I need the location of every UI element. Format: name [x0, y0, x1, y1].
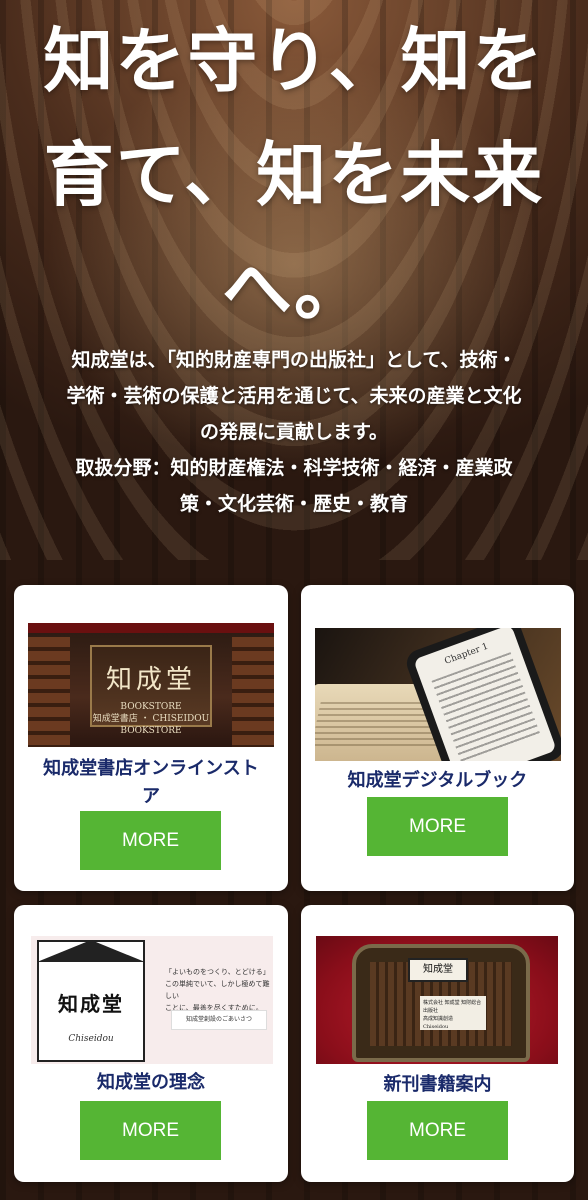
intro-line: 策・文化芸術・歴史・教育	[179, 493, 408, 515]
new-books-thumbnail: 知成堂 株式会社 知成堂 知財総合出版社 高成知識創造 Chiseidou	[316, 936, 558, 1064]
frame-plate: 知成堂	[408, 958, 468, 982]
temple-roof	[37, 940, 145, 962]
store-sign-line: 知成堂書店 ・ CHISEIDOU	[92, 714, 210, 724]
card-digital-book[interactable]: Chapter 1 知成堂デジタルブック MORE	[301, 585, 574, 891]
philosophy-thumbnail: 知成堂 Chiseidou 「よいものをつくり、とどける」 この単純でいて、しか…	[31, 936, 273, 1064]
card-title-line: 知成堂デジタルブック	[347, 770, 528, 791]
frame-card-line: 高成知識創造	[423, 1016, 454, 1022]
card-title-line: 知成堂の理念	[97, 1072, 205, 1093]
store-sign-subtext: BOOKSTORE 知成堂書店 ・ CHISEIDOU BOOKSTORE	[92, 701, 210, 737]
card-new-books[interactable]: 知成堂 株式会社 知成堂 知財総合出版社 高成知識創造 Chiseidou 新刊…	[301, 905, 574, 1182]
card-title: 新刊書籍案内	[311, 1071, 564, 1099]
more-button[interactable]: MORE	[367, 797, 508, 856]
bookshelf-left	[28, 637, 70, 747]
card-title: 知成堂書店オンラインスト ア	[24, 755, 278, 811]
store-sign-logo: 知成堂	[105, 665, 196, 695]
philosophy-text-line: 「よいものをつくり、とどける」	[165, 968, 270, 976]
more-button[interactable]: MORE	[80, 1101, 221, 1160]
philosophy-text-line: この単純でいて、しかし極めて難しい	[165, 980, 270, 1000]
greeting-box: 知成堂創設のごあいさつ	[171, 1010, 267, 1030]
temple-logo-tag: Chiseidou	[68, 1034, 114, 1044]
bookshelf-right	[232, 637, 274, 747]
hero-title-line: 育て、知を未来	[43, 134, 545, 216]
phone-screen-chapter: Chapter 1	[443, 641, 490, 667]
intro-line: 学術・芸術の保護と活用を通じて、未来の産業と文化	[66, 385, 522, 407]
temple-logo-text: 知成堂	[58, 992, 124, 1016]
phone-screen: Chapter 1	[413, 628, 557, 761]
card-online-store[interactable]: 知成堂 BOOKSTORE 知成堂書店 ・ CHISEIDOU BOOKSTOR…	[14, 585, 288, 891]
bookstore-thumbnail: 知成堂 BOOKSTORE 知成堂書店 ・ CHISEIDOU BOOKSTOR…	[28, 623, 274, 747]
more-button[interactable]: MORE	[367, 1101, 508, 1160]
card-title-line: 新刊書籍案内	[383, 1074, 492, 1095]
card-title: 知成堂の理念	[24, 1069, 278, 1097]
intro-text: 知成堂は、「知的財産専門の出版社」として、技術・ 学術・芸術の保護と活用を通じて…	[0, 342, 588, 522]
intro-line: 知成堂は、「知的財産専門の出版社」として、技術・	[71, 349, 517, 371]
hero-title: 知を守り、知を 育て、知を未来 へ。	[0, 4, 588, 346]
hero-title-line: へ。	[222, 248, 366, 330]
store-sign: 知成堂 BOOKSTORE 知成堂書店 ・ CHISEIDOU BOOKSTOR…	[90, 645, 212, 736]
hero-title-line: 知を守り、知を	[43, 20, 545, 102]
philosophy-text: 「よいものをつくり、とどける」 この単純でいて、しかし極めて難しい ことに、最善…	[165, 966, 273, 1014]
digital-book-thumbnail: Chapter 1	[315, 628, 561, 761]
card-title-line: ア	[142, 786, 160, 807]
frame-card-line: 株式会社 知成堂 知財総合出版社	[423, 1000, 482, 1014]
frame-card: 株式会社 知成堂 知財総合出版社 高成知識創造 Chiseidou	[420, 996, 486, 1030]
card-title-line: 知成堂書店オンラインスト	[43, 758, 259, 779]
frame-card-line: Chiseidou	[423, 1024, 449, 1030]
ornate-frame-image: 知成堂 株式会社 知成堂 知財総合出版社 高成知識創造 Chiseidou	[352, 944, 530, 1062]
temple-logo-image: 知成堂 Chiseidou	[37, 940, 145, 1062]
thumbnail-header-bar	[28, 623, 274, 633]
intro-line: 取扱分野：知的財産権法・科学技術・経済・産業政	[75, 457, 513, 479]
store-sign-line: BOOKSTORE	[120, 702, 182, 712]
store-sign-line: BOOKSTORE	[120, 726, 182, 736]
card-title: 知成堂デジタルブック	[311, 767, 564, 795]
intro-line: の発展に貢献します。	[199, 421, 389, 443]
more-button[interactable]: MORE	[80, 811, 221, 870]
card-philosophy[interactable]: 知成堂 Chiseidou 「よいものをつくり、とどける」 この単純でいて、しか…	[14, 905, 288, 1182]
